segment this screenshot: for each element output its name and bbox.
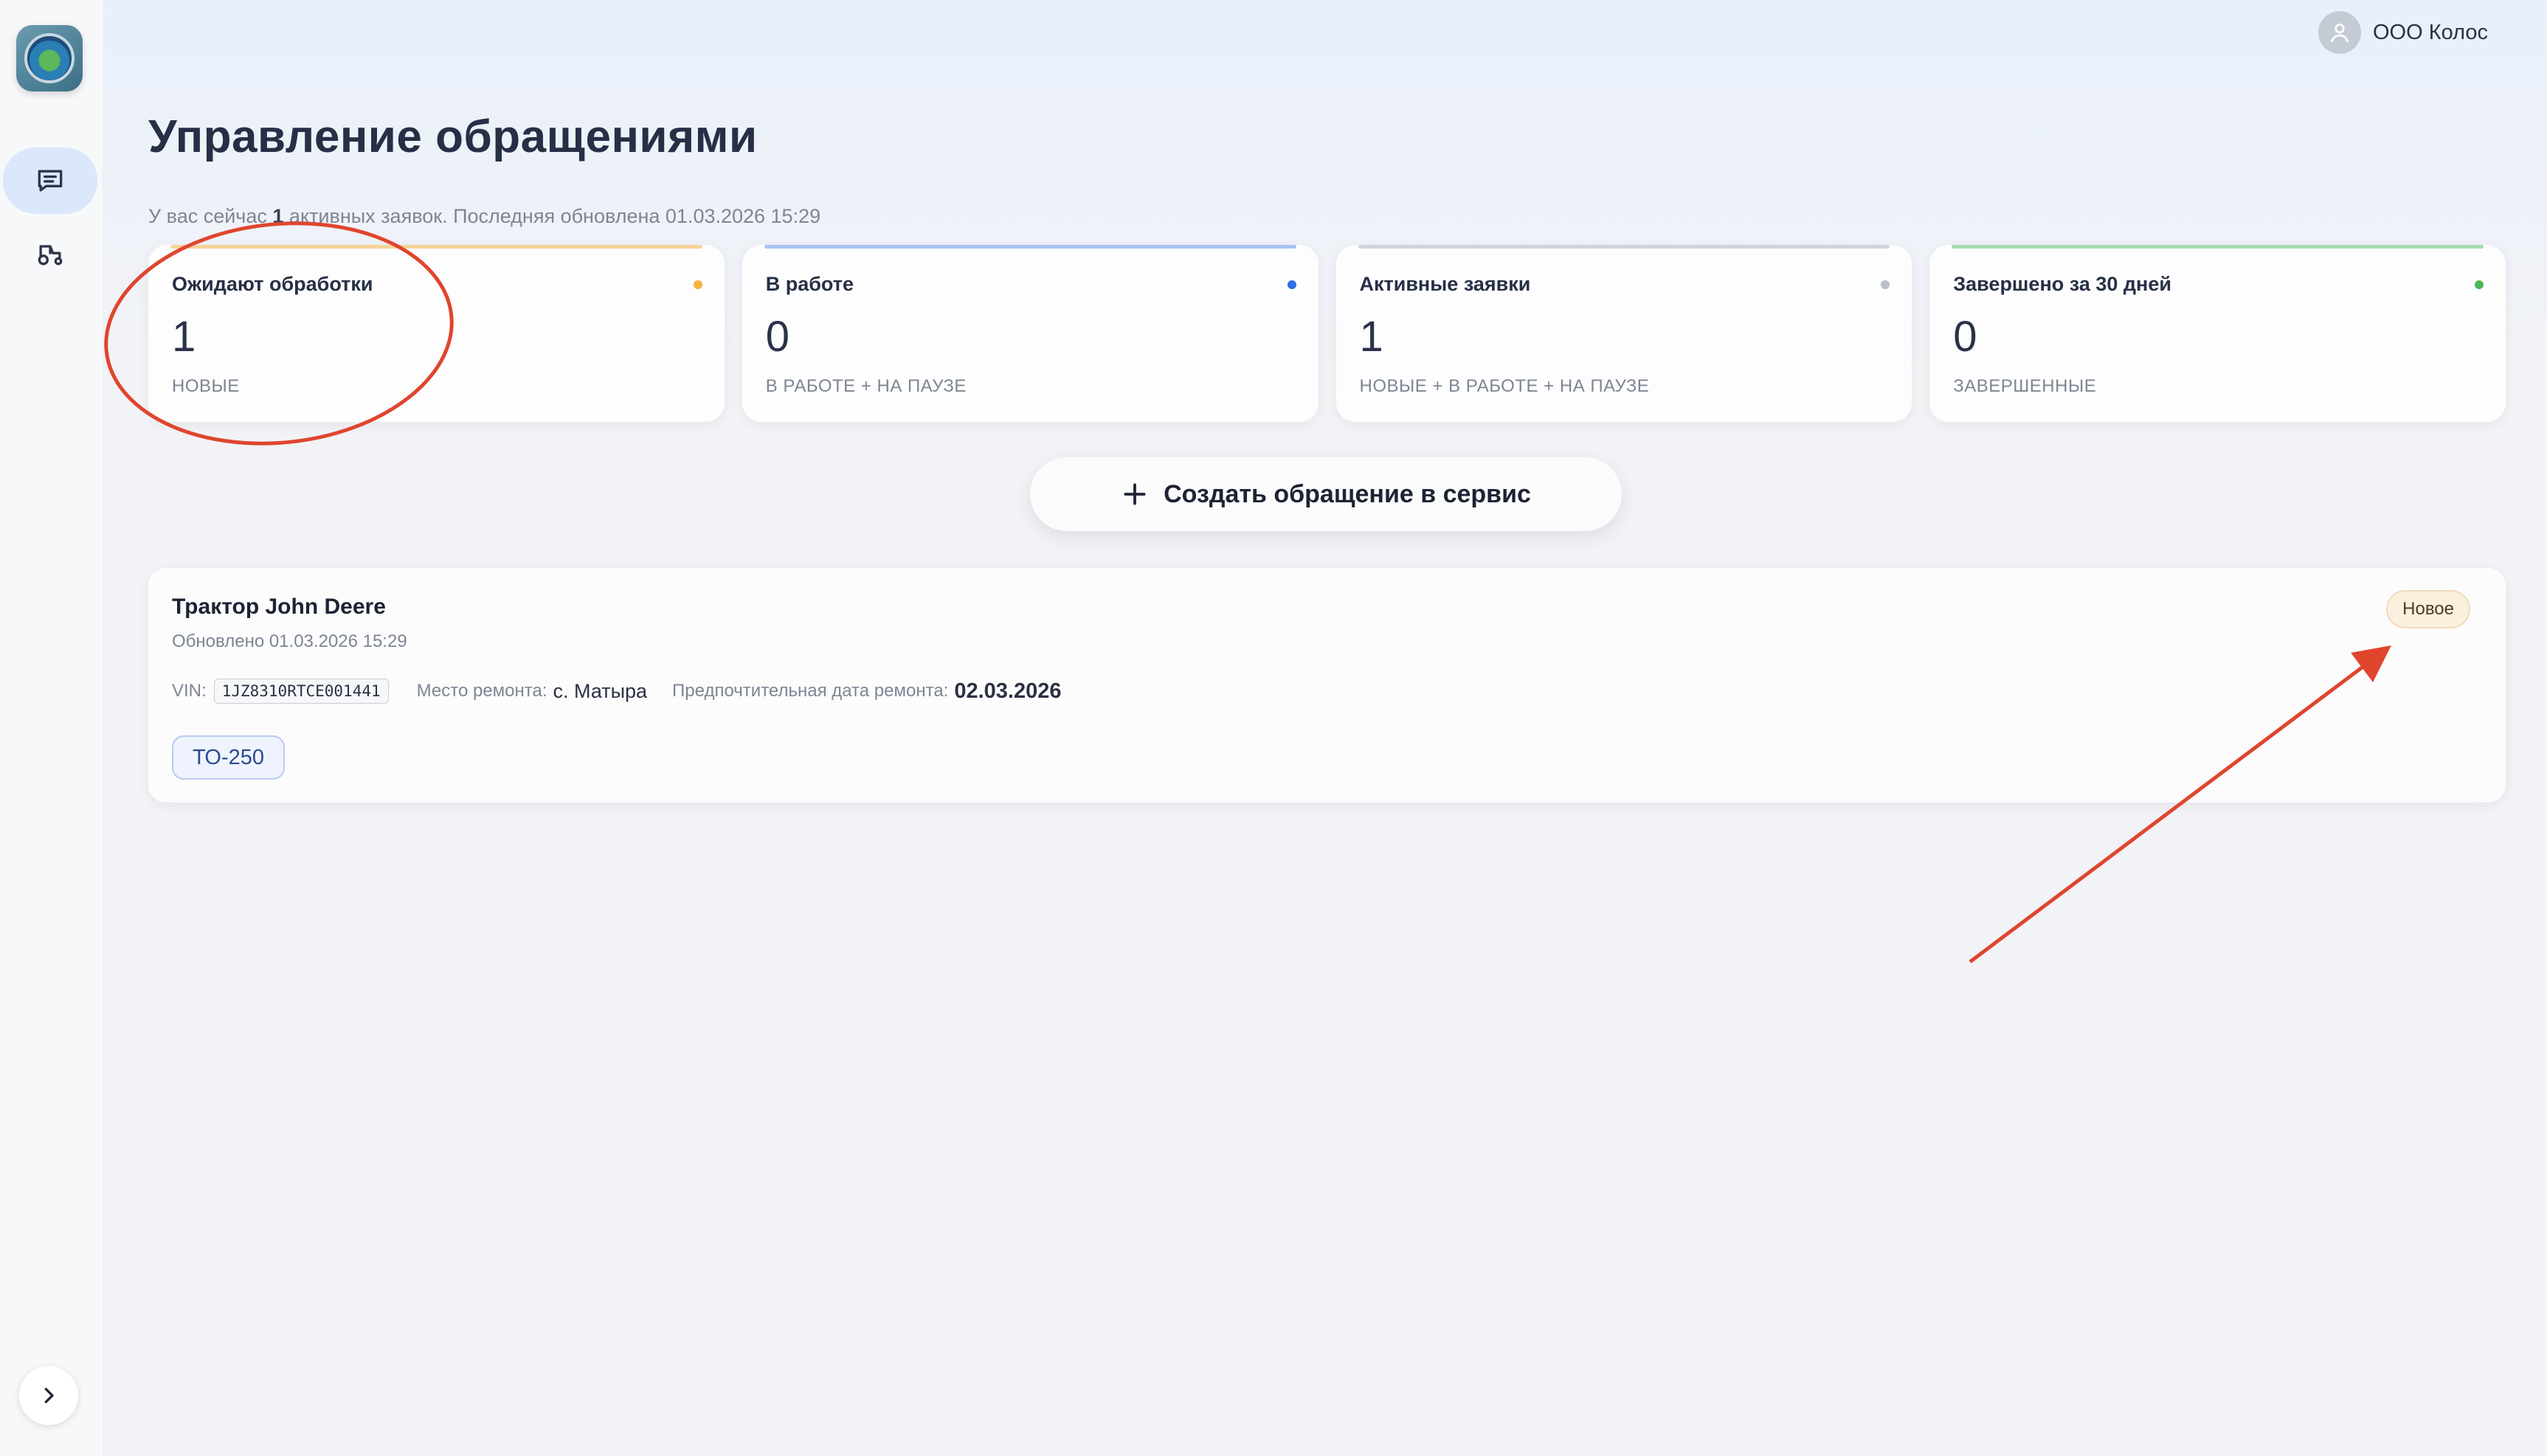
stat-card-active[interactable]: Активные заявки 1 НОВЫЕ + В РАБОТЕ + НА … — [1335, 245, 1912, 422]
create-request-label: Создать обращение в сервис — [1164, 479, 1531, 508]
user-icon — [2318, 11, 2361, 54]
stat-label: В работе — [765, 273, 854, 295]
date-label: Предпочтительная дата ремонта: — [672, 681, 949, 701]
expand-sidebar-button[interactable] — [19, 1366, 78, 1425]
app-logo[interactable] — [16, 25, 83, 91]
tractor-icon — [38, 245, 63, 266]
page-title: Управление обращениями — [148, 111, 758, 162]
stat-caption: НОВЫЕ — [172, 376, 240, 396]
request-title: Трактор John Deere — [172, 594, 386, 619]
stat-caption: НОВЫЕ + В РАБОТЕ + НА ПАУЗЕ — [1359, 376, 1650, 396]
user-menu[interactable]: ООО Колос — [2318, 10, 2488, 55]
stat-card-pending[interactable]: Ожидают обработки 1 НОВЫЕ — [148, 245, 725, 422]
stat-accent-bar — [1952, 245, 2484, 249]
stat-value: 1 — [172, 313, 196, 361]
vin-label: VIN: — [172, 681, 207, 701]
stat-value: 0 — [765, 313, 790, 361]
stat-accent-bar — [1358, 245, 1890, 249]
request-updated: Обновлено 01.03.2026 15:29 — [172, 631, 407, 651]
message-list-icon — [38, 170, 63, 192]
stat-card-in-progress[interactable]: В работе 0 В РАБОТЕ + НА ПАУЗЕ — [742, 245, 1319, 422]
stat-caption: ЗАВЕРШЕННЫЕ — [1953, 376, 2097, 396]
stat-card-completed[interactable]: Завершено за 30 дней 0 ЗАВЕРШЕННЫЕ — [1929, 245, 2506, 422]
request-card[interactable]: Трактор John Deere Обновлено 01.03.2026 … — [148, 568, 2506, 802]
main-content: ООО Колос Управление обращениями У вас с… — [104, 0, 2547, 1456]
page-subtitle: У вас сейчас 1 активных заявок. Последня… — [148, 205, 821, 227]
stats-row: Ожидают обработки 1 НОВЫЕ В работе 0 В Р… — [148, 245, 2506, 422]
status-badge: Новое — [2386, 590, 2470, 628]
stat-status-dot — [1287, 280, 1296, 289]
place-label: Место ремонта: — [416, 681, 547, 701]
logo-emblem — [24, 33, 75, 83]
sidebar-item-machinery[interactable] — [3, 221, 97, 288]
stat-accent-bar — [764, 245, 1296, 249]
stat-value: 0 — [1953, 313, 1977, 361]
stat-label: Активные заявки — [1359, 273, 1531, 295]
vin-value: 1JZ8310RTCE001441 — [213, 679, 389, 704]
stat-value: 1 — [1359, 313, 1383, 361]
place-value: с. Матыра — [553, 679, 648, 702]
sidebar-item-requests[interactable] — [3, 148, 97, 214]
chevron-right-icon — [44, 1387, 54, 1404]
stat-status-dot — [1881, 280, 1890, 289]
stat-status-dot — [693, 280, 702, 289]
stat-status-dot — [2475, 280, 2484, 289]
stat-label: Ожидают обработки — [172, 273, 373, 295]
user-name: ООО Колос — [2373, 20, 2488, 44]
date-value: 02.03.2026 — [954, 679, 1062, 703]
stat-caption: В РАБОТЕ + НА ПАУЗЕ — [765, 376, 967, 396]
request-meta: VIN: 1JZ8310RTCE001441 Место ремонта: с.… — [172, 679, 1062, 704]
create-request-button[interactable]: Создать обращение в сервис — [1030, 457, 1622, 531]
service-tag: ТО-250 — [172, 735, 286, 780]
plus-icon — [1124, 483, 1146, 505]
stat-label: Завершено за 30 дней — [1953, 273, 2171, 295]
active-count: 1 — [272, 205, 284, 227]
stat-accent-bar — [170, 245, 702, 249]
sidebar — [0, 0, 103, 1456]
